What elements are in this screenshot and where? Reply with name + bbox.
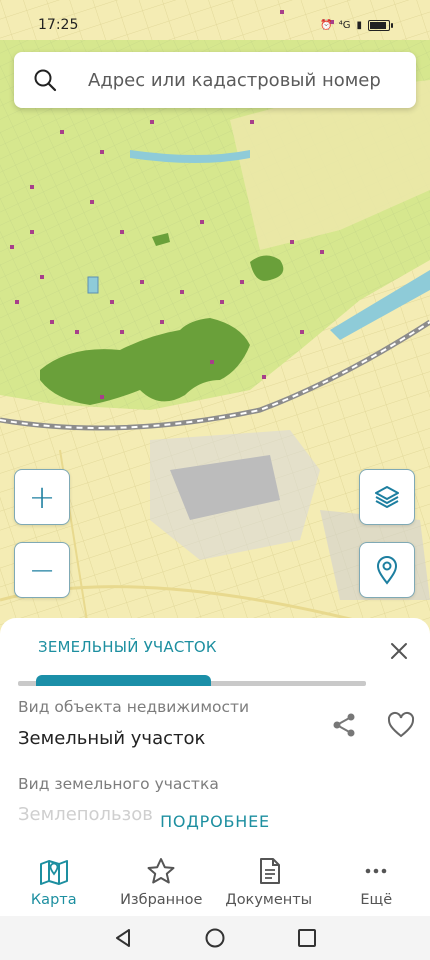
plus-icon: +	[28, 478, 56, 516]
status-icons: ⏰ ⁴G ▮	[320, 19, 393, 31]
nav-label-documents: Документы	[225, 892, 313, 908]
zoom-out-button[interactable]: −	[14, 542, 70, 598]
more-details-button[interactable]: ПОДРОБНЕЕ	[0, 812, 430, 831]
status-bar: 17:25 ⏰ ⁴G ▮	[0, 0, 430, 50]
document-icon	[259, 858, 280, 884]
nav-item-map[interactable]: Карта	[0, 848, 108, 916]
status-time: 17:25	[38, 17, 79, 33]
minus-icon: −	[28, 551, 56, 589]
battery-icon	[368, 19, 393, 31]
system-nav-bar	[0, 916, 430, 960]
nav-item-documents[interactable]: Документы	[215, 848, 323, 916]
layers-icon	[375, 486, 399, 508]
star-icon	[147, 858, 175, 884]
land-type-label: Вид земельного участка	[18, 775, 219, 793]
bottom-nav: Карта Избранное Документы Ещё	[0, 848, 430, 916]
location-button[interactable]	[359, 542, 415, 598]
nav-label-more: Ещё	[360, 892, 393, 908]
nav-label-favorites: Избранное	[120, 892, 203, 908]
nav-item-more[interactable]: Ещё	[323, 848, 430, 916]
zoom-in-button[interactable]: +	[14, 469, 70, 525]
signal-text: ⁴G	[338, 19, 351, 31]
alarm-icon: ⏰	[320, 19, 333, 31]
object-type-label: Вид объекта недвижимости	[18, 698, 250, 716]
layers-button[interactable]	[359, 469, 415, 525]
object-type-value: Земельный участок	[18, 728, 206, 749]
recents-icon[interactable]	[296, 927, 318, 949]
signal-icon: ▮	[356, 19, 362, 31]
map-icon	[39, 860, 68, 885]
tab-land-plot[interactable]: ЗЕМЕЛЬНЫЙ УЧАСТОК	[38, 638, 217, 656]
close-icon	[391, 643, 407, 659]
close-button[interactable]	[386, 638, 412, 664]
home-icon[interactable]	[204, 927, 226, 949]
more-icon	[365, 868, 387, 874]
nav-label-map: Карта	[30, 892, 77, 908]
search-icon[interactable]	[32, 67, 58, 93]
search-input[interactable]	[88, 69, 388, 91]
heart-icon[interactable]	[386, 711, 416, 739]
share-icon[interactable]	[330, 711, 358, 739]
search-bar[interactable]	[14, 52, 416, 108]
nav-item-favorites[interactable]: Избранное	[108, 848, 216, 916]
back-icon[interactable]	[112, 927, 134, 949]
location-pin-icon	[376, 556, 398, 585]
property-sheet: ЗЕМЕЛЬНЫЙ УЧАСТОК Вид объекта недвижимос…	[0, 618, 430, 848]
tab-indicator	[36, 675, 211, 686]
